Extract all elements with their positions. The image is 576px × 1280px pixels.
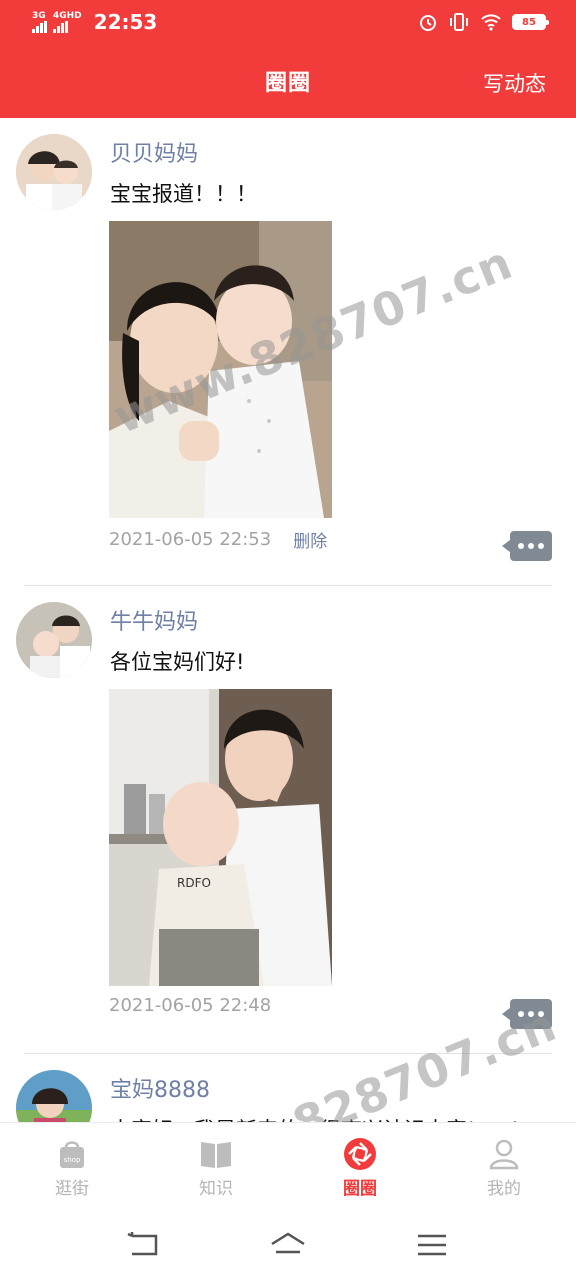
tab-circle[interactable]: 圈圈 xyxy=(310,1137,410,1199)
tab-shop[interactable]: shop 逛街 xyxy=(22,1137,122,1199)
book-icon xyxy=(201,1142,231,1168)
signal-4g-label: 4GHD xyxy=(53,10,82,21)
tab-label: 知识 xyxy=(199,1179,233,1199)
vibrate-icon xyxy=(450,13,468,31)
post-username[interactable]: 牛牛妈妈 xyxy=(110,604,198,636)
post-username[interactable]: 贝贝妈妈 xyxy=(110,136,198,168)
tab-label: 圈圈 xyxy=(343,1179,377,1199)
feed-list[interactable]: 贝贝妈妈 宝宝报道！！！ 2021-06-05 22:53 删除 牛牛妈妈 各位… xyxy=(0,118,576,1122)
tab-label: 我的 xyxy=(487,1179,521,1199)
post-timestamp: 2021-06-05 22:48 xyxy=(109,995,272,1016)
more-options-button[interactable] xyxy=(502,999,552,1029)
status-bar: 3G 4GHD 22:53 85 xyxy=(0,0,576,46)
post-photo[interactable]: RDFO xyxy=(109,689,332,986)
svg-text:shop: shop xyxy=(64,1156,81,1164)
delete-button[interactable]: 删除 xyxy=(293,527,327,552)
signal-3g-icon: 3G xyxy=(32,10,47,33)
user-avatar[interactable] xyxy=(16,134,92,210)
tab-label: 逛街 xyxy=(55,1179,89,1199)
signal-4g-icon: 4GHD xyxy=(53,10,82,33)
post-text: 大家好，我是新来的，很高兴认识大家!~~! xyxy=(110,1114,519,1122)
system-navigation-bar xyxy=(0,1208,576,1280)
wifi-icon xyxy=(481,14,501,31)
battery-icon: 85 xyxy=(512,14,549,30)
post-text: 宝宝报道！！！ xyxy=(110,182,257,206)
menu-icon[interactable] xyxy=(414,1230,450,1260)
signal-3g-label: 3G xyxy=(32,10,46,21)
title-bar: 圈圈 写动态 xyxy=(0,62,576,106)
person-icon xyxy=(489,1139,519,1170)
post-item: 贝贝妈妈 宝宝报道！！！ 2021-06-05 22:53 删除 xyxy=(0,118,576,586)
post-photo[interactable] xyxy=(109,221,332,518)
camera-aperture-icon xyxy=(344,1138,376,1170)
app-header: 3G 4GHD 22:53 85 圈圈 写动态 xyxy=(0,0,576,118)
back-icon[interactable] xyxy=(126,1230,162,1260)
bottom-tab-bar: shop 逛街 知识 圈圈 我的 xyxy=(0,1122,576,1208)
battery-level: 85 xyxy=(522,16,536,28)
tab-mine[interactable]: 我的 xyxy=(454,1137,554,1199)
more-options-button[interactable] xyxy=(502,531,552,561)
post-text: 各位宝妈们好! xyxy=(110,650,245,674)
post-item: 宝妈8888 大家好，我是新来的，很高兴认识大家!~~! xyxy=(0,1054,576,1122)
post-timestamp: 2021-06-05 22:53 xyxy=(109,529,272,550)
post-meta: 2021-06-05 22:53 删除 xyxy=(109,527,327,552)
tab-knowledge[interactable]: 知识 xyxy=(166,1137,266,1199)
user-avatar[interactable] xyxy=(16,1070,92,1122)
svg-text:RDFO: RDFO xyxy=(177,876,211,890)
post-meta: 2021-06-05 22:48 xyxy=(109,995,271,1016)
user-avatar[interactable] xyxy=(16,602,92,678)
post-item: 牛牛妈妈 各位宝妈们好! RDFO 2021-06-05 22:48 xyxy=(0,586,576,1054)
home-icon[interactable] xyxy=(270,1230,306,1260)
shop-bag-icon: shop xyxy=(60,1141,84,1168)
alarm-icon xyxy=(420,15,436,31)
status-time: 22:53 xyxy=(93,10,158,34)
post-username[interactable]: 宝妈8888 xyxy=(110,1072,210,1104)
write-post-button[interactable]: 写动态 xyxy=(483,62,546,106)
